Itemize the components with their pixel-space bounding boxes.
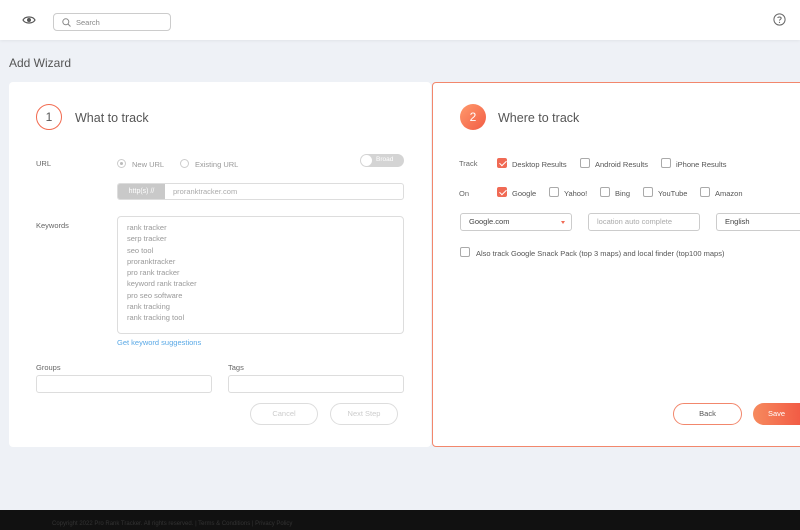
keyword-line: serp tracker [127, 234, 167, 244]
keyword-line: proranktracker [127, 256, 176, 266]
youtube-label: YouTube [658, 189, 688, 198]
page-title: Add Wizard [9, 56, 72, 70]
groups-input[interactable] [36, 375, 212, 393]
groups-label: Groups [36, 363, 61, 372]
new-url-radio[interactable] [117, 159, 126, 168]
step2-panel [432, 82, 800, 447]
help-icon[interactable] [773, 13, 786, 26]
yahoo-checkbox[interactable] [549, 187, 559, 197]
search-input[interactable] [76, 14, 168, 30]
keyword-line: rank tracker [127, 223, 167, 232]
keywords-label: Keywords [36, 221, 69, 230]
url-label: URL [36, 159, 52, 168]
existing-url-radio[interactable] [180, 159, 189, 168]
google-label: Google [512, 189, 537, 198]
keyword-line: pro seo software [127, 290, 183, 300]
track-label: Track [459, 159, 478, 168]
keyword-line: rank tracking [127, 302, 170, 312]
amazon-checkbox[interactable] [700, 187, 710, 197]
android-results-label: Android Results [595, 160, 648, 169]
top-bar [0, 0, 800, 40]
cancel-button[interactable]: Cancel [250, 403, 318, 425]
keyword-line: rank tracking tool [127, 313, 185, 323]
search-icon [62, 18, 71, 27]
new-url-label: New URL [132, 160, 165, 169]
footer: Copyright 2022 Pro Rank Tracker. All rig… [0, 510, 800, 530]
keyword-suggestions-link[interactable]: Get keyword suggestions [117, 338, 201, 347]
tags-input[interactable] [228, 375, 404, 393]
desktop-results-label: Desktop Results [512, 160, 567, 169]
language-value: English [725, 217, 750, 226]
bing-checkbox[interactable] [600, 187, 610, 197]
toggle-knob [361, 155, 372, 166]
existing-url-label: Existing URL [195, 160, 239, 169]
amazon-label: Amazon [715, 189, 743, 198]
back-button[interactable]: Back [673, 403, 742, 425]
keyword-line: keyword rank tracker [127, 279, 197, 289]
yahoo-label: Yahoo! [564, 189, 588, 198]
url-input[interactable]: proranktracker.com [173, 187, 237, 196]
step2-title: Where to track [498, 111, 580, 125]
location-placeholder: location auto complete [597, 217, 673, 226]
snack-pack-label: Also track Google Snack Pack (top 3 maps… [476, 249, 725, 258]
iphone-results-checkbox[interactable] [661, 158, 671, 168]
location-input[interactable]: location auto complete [588, 213, 700, 231]
google-checkbox[interactable] [497, 187, 507, 197]
language-select[interactable]: English [716, 213, 800, 231]
keyword-line: seo tool [127, 245, 154, 255]
keywords-textarea[interactable]: rank tracker serp tracker seo tool prora… [117, 216, 404, 334]
search-box[interactable] [53, 13, 171, 31]
iphone-results-label: iPhone Results [676, 160, 727, 169]
youtube-checkbox[interactable] [643, 187, 653, 197]
tags-label: Tags [228, 363, 244, 372]
save-button[interactable]: Save [753, 403, 800, 425]
bing-label: Bing [615, 189, 631, 198]
on-label: On [459, 189, 470, 198]
footer-text: Copyright 2022 Pro Rank Tracker. All rig… [52, 521, 293, 527]
step1-title: What to track [75, 111, 149, 125]
step2-number: 2 [460, 104, 486, 130]
toggle-label: Broad [376, 156, 394, 163]
broad-toggle[interactable]: Broad [360, 154, 404, 167]
step1-number: 1 [36, 104, 62, 130]
eye-icon[interactable] [22, 14, 36, 26]
next-step-button[interactable]: Next Step [330, 403, 398, 425]
android-results-checkbox[interactable] [580, 158, 590, 168]
snack-pack-checkbox[interactable] [460, 247, 470, 257]
url-field[interactable]: http(s) // proranktracker.com [117, 183, 404, 200]
caret-down-icon [561, 221, 565, 224]
search-domain-value: Google.com [469, 217, 510, 226]
url-protocol-prefix: http(s) // [118, 184, 165, 199]
desktop-results-checkbox[interactable] [497, 158, 507, 168]
keyword-line: pro rank tracker [127, 268, 180, 278]
search-domain-select[interactable]: Google.com [460, 213, 572, 231]
